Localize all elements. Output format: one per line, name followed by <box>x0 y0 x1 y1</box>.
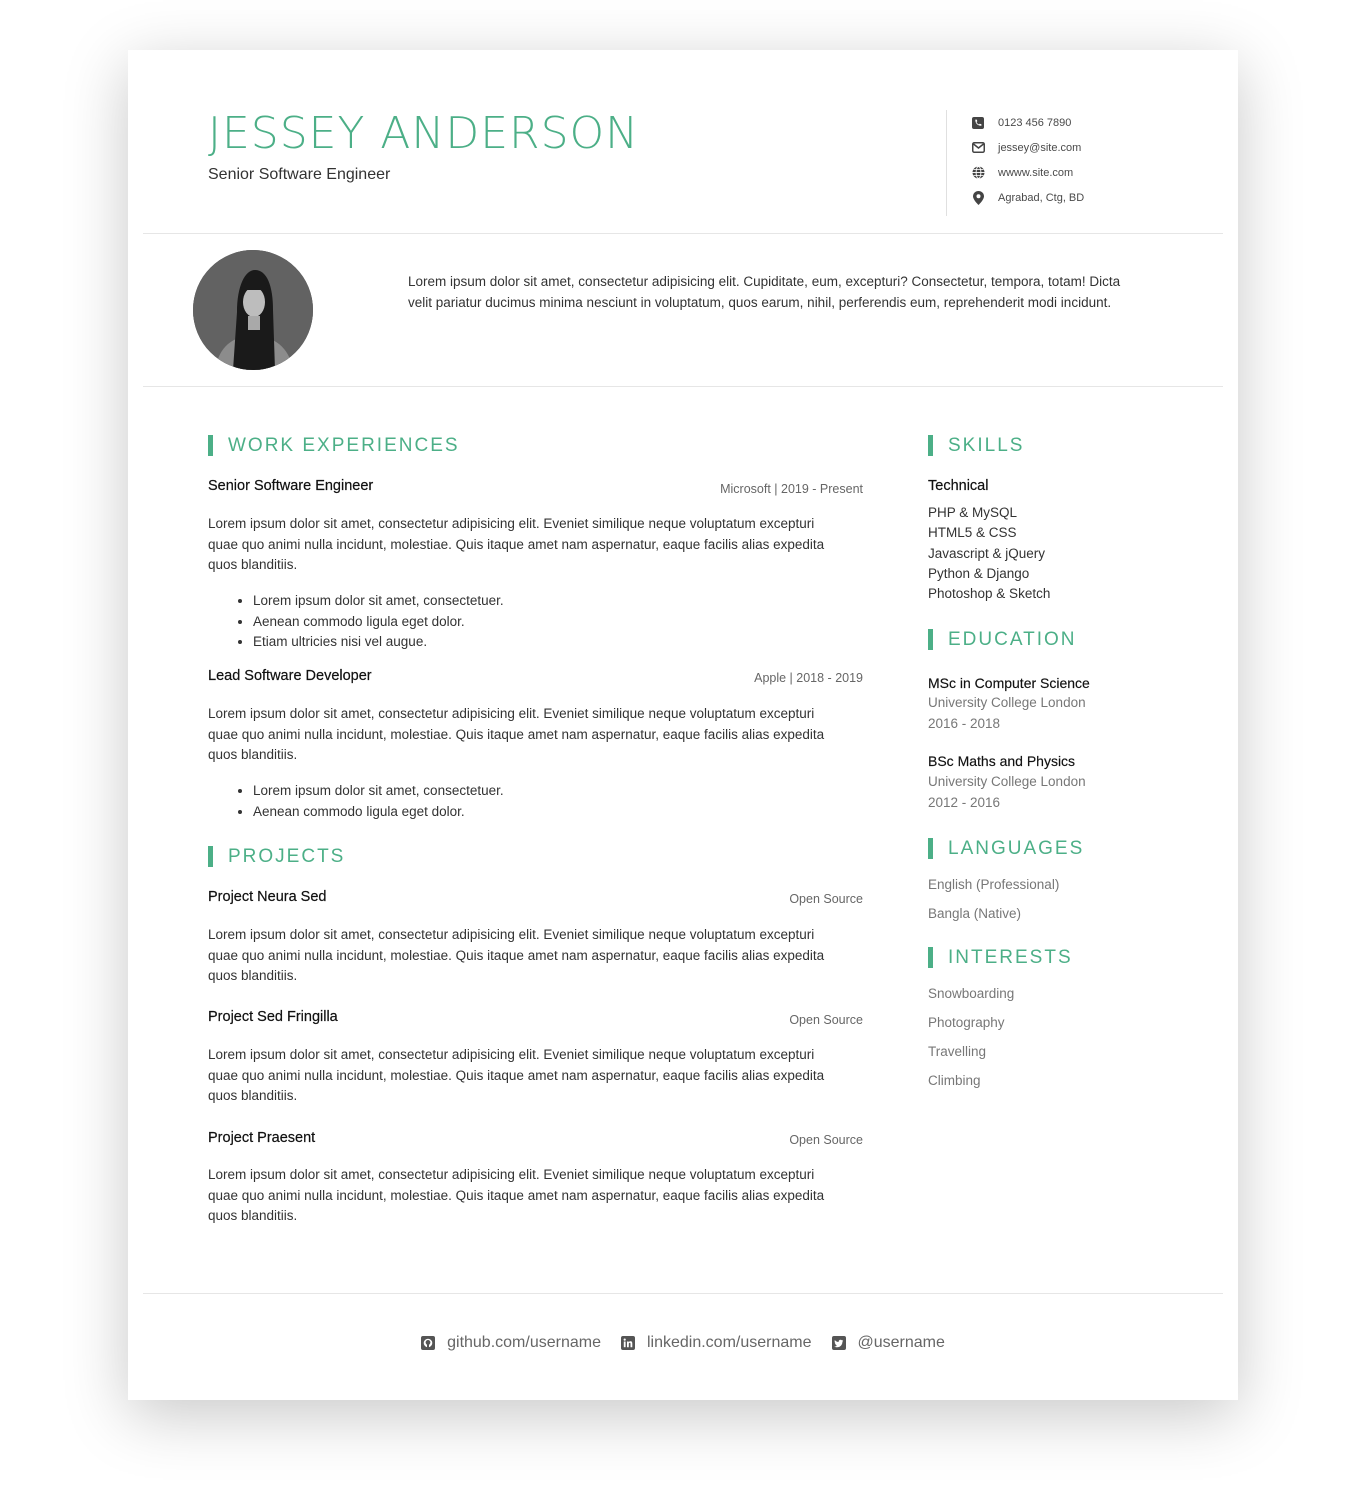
project-description: Lorem ipsum dolor sit amet, consectetur … <box>208 1167 825 1223</box>
job-meta: Microsoft | 2019 - Present <box>720 482 863 496</box>
globe-icon <box>971 166 985 180</box>
social-links: github.com/username linkedin.com/usernam… <box>128 1334 1238 1352</box>
skill-item: Python & Django <box>928 565 1030 581</box>
job-title: Lead Software Developer <box>208 668 372 684</box>
github-link[interactable]: github.com/username <box>421 1334 601 1352</box>
skills-subtitle: Technical <box>928 478 989 494</box>
job-bullets: Lorem ipsum dolor sit amet, consectetuer… <box>208 781 504 822</box>
project-meta: Open Source <box>789 1013 863 1027</box>
education-years: 2016 - 2018 <box>928 716 1001 731</box>
section-title-skills: SKILLS <box>928 435 1024 456</box>
phone-icon <box>971 116 985 130</box>
github-icon <box>421 1336 436 1350</box>
job-title: Senior Software Engineer <box>208 478 374 494</box>
resume-page: JESSEY ANDERSON Senior Software Engineer… <box>128 50 1238 1400</box>
education-years: 2012 - 2016 <box>928 795 1001 810</box>
contact-phone-text: 0123 456 7890 <box>998 116 1072 129</box>
project-title: Project Praesent <box>208 1130 316 1146</box>
project-title: Project Sed Fringilla <box>208 1009 338 1025</box>
job-bullets: Lorem ipsum dolor sit amet, consectetuer… <box>208 591 504 653</box>
project-meta: Open Source <box>789 892 863 906</box>
education-school: University College London <box>928 774 1086 789</box>
bullet-item: Lorem ipsum dolor sit amet, consectetuer… <box>253 591 504 612</box>
contact-email[interactable]: jessey@site.com <box>971 135 1084 160</box>
bullet-item: Aenean commodo ligula eget dolor. <box>253 612 504 633</box>
language-item: Bangla (Native) <box>928 906 1022 921</box>
interest-item: Climbing <box>928 1073 981 1088</box>
linkedin-text: linkedin.com/username <box>646 1334 812 1351</box>
profile-photo <box>193 250 313 370</box>
bullet-item: Etiam ultricies nisi vel augue. <box>253 632 504 653</box>
bullet-item: Lorem ipsum dolor sit amet, consectetuer… <box>253 781 504 802</box>
project-description: Lorem ipsum dolor sit amet, consectetur … <box>208 927 825 983</box>
section-title-work: WORK EXPERIENCES <box>208 435 460 456</box>
candidate-tagline: Senior Software Engineer <box>208 166 391 183</box>
bullet-item: Aenean commodo ligula eget dolor. <box>253 802 504 823</box>
project-meta: Open Source <box>789 1133 863 1147</box>
linkedin-icon <box>620 1336 635 1350</box>
job-meta: Apple | 2018 - 2019 <box>754 671 863 685</box>
skill-item: Javascript & jQuery <box>928 545 1046 561</box>
twitter-text: @username <box>857 1334 945 1351</box>
github-text: github.com/username <box>447 1334 601 1351</box>
interests-list: Snowboarding Photography Travelling Clim… <box>928 979 1014 1095</box>
skill-item: Photoshop & Sketch <box>928 586 1051 602</box>
skill-item: HTML5 & CSS <box>928 525 1017 541</box>
section-title-languages: LANGUAGES <box>928 838 1084 859</box>
education-degree: MSc in Computer Science <box>928 675 1090 691</box>
contact-list: 0123 456 7890 jessey@site.com wwww.site.… <box>946 110 1084 216</box>
job-description: Lorem ipsum dolor sit amet, consectetur … <box>208 516 825 572</box>
contact-address-text: Agrabad, Ctg, BD <box>998 191 1085 204</box>
contact-email-text: jessey@site.com <box>998 141 1082 154</box>
divider <box>143 1293 1223 1294</box>
twitter-link[interactable]: @username <box>831 1334 945 1352</box>
skill-item: PHP & MySQL <box>928 505 1018 520</box>
education-degree: BSc Maths and Physics <box>928 753 1076 769</box>
section-title-education: EDUCATION <box>928 629 1076 650</box>
language-item: English (Professional) <box>928 877 1060 892</box>
contact-website-text: wwww.site.com <box>998 166 1074 179</box>
education-school: University College London <box>928 695 1086 710</box>
interest-item: Photography <box>928 1015 1005 1030</box>
job-description: Lorem ipsum dolor sit amet, consectetur … <box>208 706 825 762</box>
section-title-interests: INTERESTS <box>928 947 1073 968</box>
linkedin-link[interactable]: linkedin.com/username <box>620 1334 812 1352</box>
interest-item: Travelling <box>928 1044 987 1059</box>
map-marker-icon <box>971 190 985 205</box>
contact-phone[interactable]: 0123 456 7890 <box>971 110 1084 135</box>
interest-item: Snowboarding <box>928 986 1015 1001</box>
profile-summary: Lorem ipsum dolor sit amet, consectetur … <box>408 274 1121 310</box>
divider <box>143 386 1223 387</box>
project-description: Lorem ipsum dolor sit amet, consectetur … <box>208 1047 825 1103</box>
contact-address: Agrabad, Ctg, BD <box>971 185 1084 210</box>
section-title-projects: PROJECTS <box>208 846 345 867</box>
skills-list: PHP & MySQL HTML5 & CSS Javascript & jQu… <box>928 503 1050 604</box>
twitter-icon <box>831 1336 846 1350</box>
candidate-name: JESSEY ANDERSON <box>208 108 640 159</box>
project-title: Project Neura Sed <box>208 889 327 905</box>
contact-website[interactable]: wwww.site.com <box>971 160 1084 185</box>
languages-list: English (Professional) Bangla (Native) <box>928 870 1059 928</box>
envelope-icon <box>971 141 985 155</box>
divider <box>143 233 1223 234</box>
